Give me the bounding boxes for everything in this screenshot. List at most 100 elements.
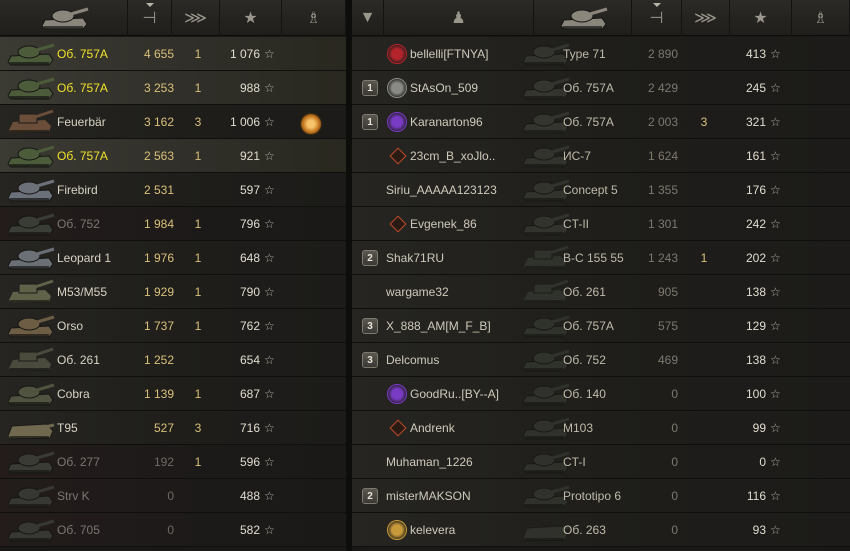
table-row[interactable]: Evgenek_86 CT-II 1 301 242 ☆ bbox=[352, 207, 850, 241]
damage-value: 0 bbox=[671, 455, 678, 469]
player-name[interactable]: bellelli[FTNYA] bbox=[410, 37, 488, 71]
table-row[interactable]: 1 StAsOn_509 Об. 757А 2 429 245 ☆ bbox=[352, 71, 850, 105]
player-name[interactable]: StAsOn_509 bbox=[410, 71, 478, 105]
tank-name: Об. 752 bbox=[57, 217, 100, 231]
player-name[interactable]: Muhaman_1226 bbox=[386, 445, 473, 479]
tank-name: Leopard 1 bbox=[57, 251, 112, 265]
player-name[interactable]: Shak71RU bbox=[386, 241, 444, 275]
table-row[interactable]: Об. 705 0 582 ☆ bbox=[0, 513, 346, 547]
table-row[interactable]: Об. 757А 4 655 1 1 076 ☆ bbox=[0, 37, 346, 71]
kills-value: 1 bbox=[194, 47, 202, 61]
xp-value: 687 bbox=[239, 387, 260, 401]
kills-value bbox=[692, 411, 716, 445]
table-row[interactable]: T95 527 3 716 ☆ bbox=[0, 411, 346, 445]
star-icon: ☆ bbox=[770, 217, 781, 231]
player-name[interactable]: misterMAKSON bbox=[386, 479, 471, 513]
diamond-icon bbox=[389, 419, 407, 437]
table-row[interactable]: bellelli[FTNYA] Type 71 2 890 413 ☆ bbox=[352, 37, 850, 71]
kills-header-icon[interactable]: ⋙ bbox=[172, 0, 220, 36]
table-row[interactable]: Feuerbär 3 162 3 1 006 ☆ bbox=[0, 105, 346, 139]
table-row[interactable]: 3 X_888_AM[M_F_B] Об. 757А 575 129 ☆ bbox=[352, 309, 850, 343]
table-row[interactable]: Firebird 2 531 597 ☆ bbox=[0, 173, 346, 207]
table-row[interactable]: Об. 261 1 252 654 ☆ bbox=[0, 343, 346, 377]
xp-value: 790 bbox=[239, 285, 260, 299]
tank-header-icon[interactable] bbox=[0, 0, 128, 36]
table-row[interactable]: 1 Karanarton96 Об. 757А 2 003 3 321 ☆ bbox=[352, 105, 850, 139]
medal-header-icon[interactable]: ♗ bbox=[282, 0, 346, 36]
table-row[interactable]: Siriu_AAAAA123123 Concept 5 1 355 176 ☆ bbox=[352, 173, 850, 207]
star-icon: ☆ bbox=[264, 115, 275, 129]
table-row[interactable]: 2 misterMAKSON Prototipo 6 0 116 ☆ bbox=[352, 479, 850, 513]
tank-name: Strv K bbox=[57, 489, 90, 503]
table-row[interactable]: Leopard 1 1 976 1 648 ☆ bbox=[0, 241, 346, 275]
table-row[interactable]: Об. 277 192 1 596 ☆ bbox=[0, 445, 346, 479]
kills-value: 1 bbox=[194, 319, 202, 333]
clan-icon bbox=[387, 71, 407, 105]
star-icon: ☆ bbox=[264, 421, 275, 435]
heavy-tank-icon bbox=[7, 213, 55, 236]
medal-header-icon[interactable]: ♗ bbox=[792, 0, 850, 36]
player-name[interactable]: 23cm_B_xoJlo.. bbox=[410, 139, 495, 173]
star-icon: ☆ bbox=[264, 319, 275, 333]
kills-value bbox=[186, 343, 210, 377]
clan-emblem-icon bbox=[387, 44, 407, 64]
table-row[interactable]: Muhaman_1226 CT-I 0 0 ☆ bbox=[352, 445, 850, 479]
player-name[interactable]: kelevera bbox=[410, 513, 455, 547]
kills-value bbox=[692, 139, 716, 173]
tank-name: CT-I bbox=[563, 455, 586, 469]
xp-header-icon[interactable]: ★ bbox=[730, 0, 792, 36]
clan-icon bbox=[387, 37, 407, 71]
xp-value: 762 bbox=[239, 319, 260, 333]
table-row[interactable]: Об. 757А 2 563 1 921 ☆ bbox=[0, 139, 346, 173]
table-row[interactable]: Orso 1 737 1 762 ☆ bbox=[0, 309, 346, 343]
kills-value bbox=[692, 377, 716, 411]
table-row[interactable]: GoodRu..[BY--A] Об. 140 0 100 ☆ bbox=[352, 377, 850, 411]
player-name[interactable]: wargame32 bbox=[386, 275, 449, 309]
xp-value: 716 bbox=[239, 421, 260, 435]
left-team-header: ⊣ ⋙ ★ ♗ bbox=[0, 0, 346, 36]
table-row[interactable]: M53/M55 1 929 1 790 ☆ bbox=[0, 275, 346, 309]
tank-name: Feuerbär bbox=[57, 115, 106, 129]
player-name[interactable]: Karanarton96 bbox=[410, 105, 483, 139]
player-name[interactable]: X_888_AM[M_F_B] bbox=[386, 309, 491, 343]
clan-icon bbox=[387, 377, 407, 411]
table-row[interactable]: 23cm_B_xoJlo.. ИС-7 1 624 161 ☆ bbox=[352, 139, 850, 173]
player-name[interactable]: Andrenk bbox=[410, 411, 455, 445]
damage-value: 1 737 bbox=[143, 319, 174, 333]
tank-header-icon[interactable] bbox=[534, 0, 632, 36]
kills-value bbox=[692, 479, 716, 513]
xp-header-icon[interactable]: ★ bbox=[220, 0, 282, 36]
table-row[interactable]: kelevera Об. 263 0 93 ☆ bbox=[352, 513, 850, 547]
platoon-header-icon[interactable]: ▼ bbox=[352, 0, 384, 36]
rank-icon bbox=[389, 207, 407, 241]
tank-name: Об. 757А bbox=[57, 81, 108, 95]
table-row[interactable]: Strv K 0 488 ☆ bbox=[0, 479, 346, 513]
table-row[interactable]: Cobra 1 139 1 687 ☆ bbox=[0, 377, 346, 411]
star-icon: ☆ bbox=[264, 217, 275, 231]
kills-value bbox=[692, 173, 716, 207]
star-icon: ☆ bbox=[264, 183, 275, 197]
player-name[interactable]: Siriu_AAAAA123123 bbox=[386, 173, 497, 207]
xp-value: 648 bbox=[239, 251, 260, 265]
damage-value: 1 252 bbox=[143, 353, 174, 367]
kills-header-icon[interactable]: ⋙ bbox=[682, 0, 730, 36]
table-row[interactable]: Об. 757А 3 253 1 988 ☆ bbox=[0, 71, 346, 105]
table-row[interactable]: Andrenk M103 0 99 ☆ bbox=[352, 411, 850, 445]
kills-value bbox=[692, 343, 716, 377]
damage-header-icon[interactable]: ⊣ bbox=[632, 0, 682, 36]
table-row[interactable]: 2 Shak71RU B-C 155 55 1 243 1 202 ☆ bbox=[352, 241, 850, 275]
rank-icon bbox=[389, 411, 407, 445]
damage-header-icon[interactable]: ⊣ bbox=[128, 0, 172, 36]
player-name[interactable]: Delcomus bbox=[386, 343, 439, 377]
damage-value: 4 655 bbox=[143, 47, 174, 61]
star-icon: ☆ bbox=[264, 353, 275, 367]
xp-value: 1 076 bbox=[229, 47, 260, 61]
table-row[interactable]: 3 Delcomus Об. 752 469 138 ☆ bbox=[352, 343, 850, 377]
table-row[interactable]: wargame32 Об. 261 905 138 ☆ bbox=[352, 275, 850, 309]
clan-emblem-icon bbox=[387, 520, 407, 540]
kills-value bbox=[186, 513, 210, 547]
player-header-icon[interactable]: ♟ bbox=[384, 0, 534, 36]
player-name[interactable]: Evgenek_86 bbox=[410, 207, 477, 241]
table-row[interactable]: Об. 752 1 984 1 796 ☆ bbox=[0, 207, 346, 241]
player-name[interactable]: GoodRu..[BY--A] bbox=[410, 377, 499, 411]
